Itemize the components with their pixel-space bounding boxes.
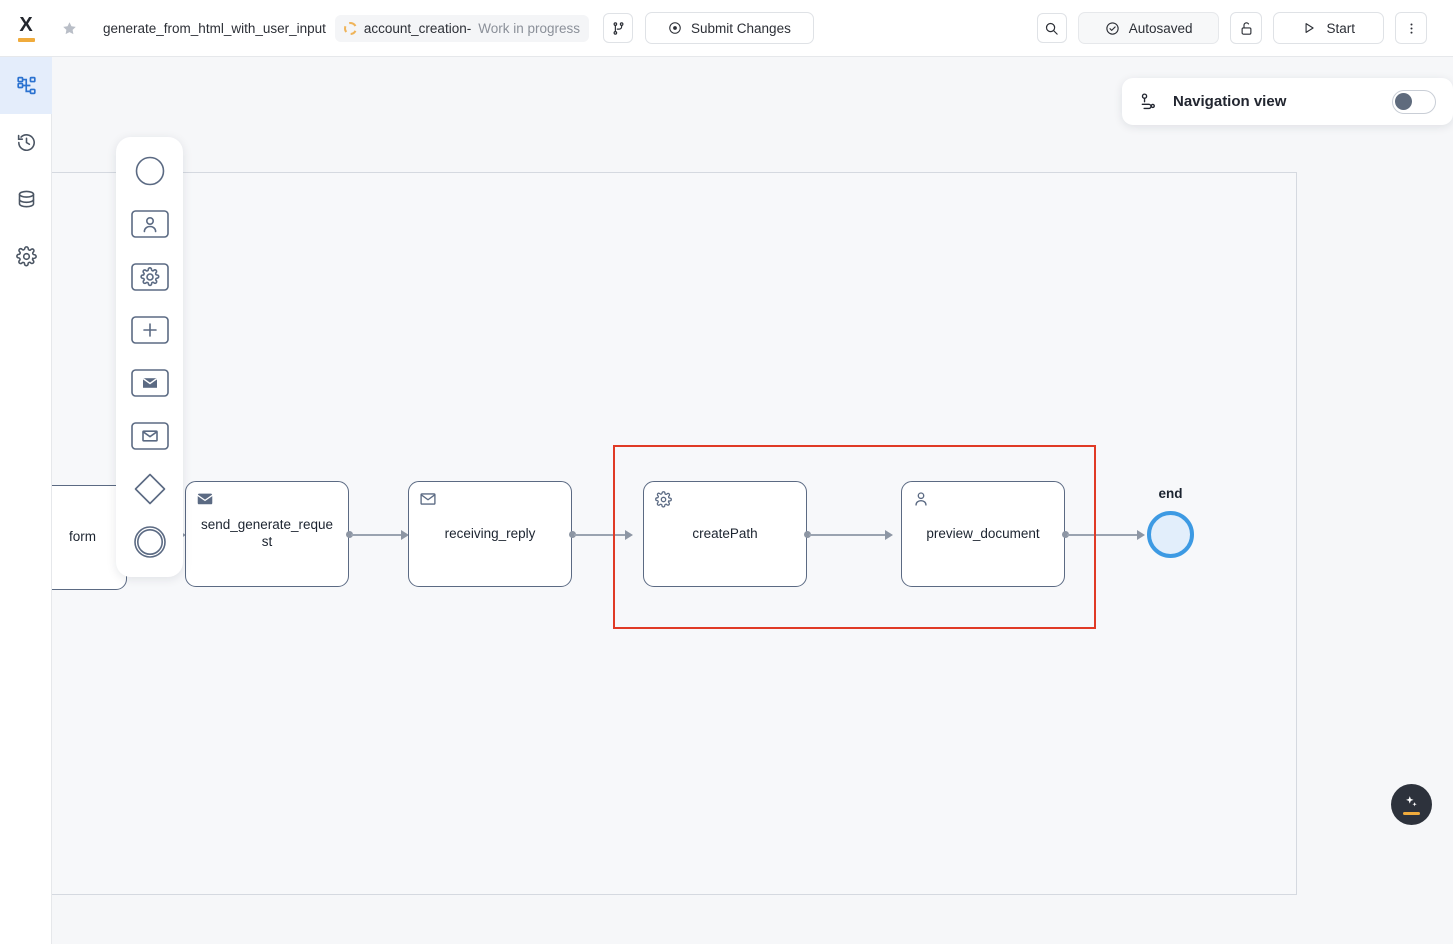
node-receiving-reply-label: receiving_reply bbox=[444, 525, 536, 541]
app-logo[interactable]: X bbox=[0, 0, 52, 57]
edge-arrow-head bbox=[625, 530, 633, 540]
kebab-menu-icon[interactable] bbox=[1395, 12, 1427, 44]
loading-spinner-icon bbox=[343, 21, 357, 35]
sidebar-item-history[interactable] bbox=[0, 114, 52, 171]
star-icon[interactable] bbox=[56, 15, 82, 41]
branch-chip[interactable]: account_creation- Work in progress bbox=[334, 14, 590, 42]
target-icon bbox=[669, 22, 681, 34]
git-branch-icon[interactable] bbox=[603, 13, 634, 43]
navigation-view-panel: Navigation view bbox=[1122, 78, 1453, 125]
sidebar-item-settings[interactable] bbox=[0, 228, 52, 285]
palette-start-event[interactable] bbox=[128, 151, 172, 191]
submit-changes-button[interactable]: Submit Changes bbox=[645, 12, 814, 44]
end-event-label: end bbox=[1158, 486, 1183, 501]
left-sidebar bbox=[0, 57, 52, 944]
edge-receive-to-createpath bbox=[574, 534, 629, 536]
process-title[interactable]: generate_from_html_with_user_input bbox=[103, 21, 326, 36]
ai-assistant-button[interactable] bbox=[1391, 784, 1432, 825]
edge-arrow-head bbox=[885, 530, 893, 540]
logo-accent-bar bbox=[17, 37, 35, 42]
autosaved-status: Autosaved bbox=[1077, 12, 1220, 44]
branch-name: account_creation- bbox=[363, 20, 472, 36]
edge-arrow-head bbox=[1137, 530, 1145, 540]
branch-status: Work in progress bbox=[478, 20, 581, 36]
palette-receive-task[interactable] bbox=[128, 416, 172, 456]
unlock-icon[interactable] bbox=[1230, 12, 1263, 44]
play-icon bbox=[1306, 23, 1315, 33]
sparkle-icon bbox=[1406, 796, 1417, 807]
navigation-view-toggle[interactable] bbox=[1392, 89, 1436, 114]
node-send-generate-request[interactable]: send_generate_request bbox=[185, 481, 349, 587]
palette-service-task[interactable] bbox=[128, 257, 172, 297]
logo-letter: X bbox=[19, 13, 33, 36]
user-task-icon bbox=[911, 489, 931, 509]
node-receiving-reply[interactable]: receiving_reply bbox=[408, 481, 572, 587]
node-preview-document-label: preview_document bbox=[926, 525, 1040, 541]
node-createpath[interactable]: createPath bbox=[643, 481, 807, 587]
submit-changes-label: Submit Changes bbox=[691, 20, 791, 36]
send-task-icon bbox=[195, 489, 215, 509]
node-createpath-label: createPath bbox=[692, 525, 758, 541]
sidebar-item-diagram[interactable] bbox=[0, 57, 52, 114]
fab-accent-bar bbox=[1403, 812, 1420, 815]
node-form-label: form bbox=[69, 529, 96, 545]
start-button[interactable]: Start bbox=[1273, 12, 1384, 44]
palette-add-task[interactable] bbox=[128, 310, 172, 350]
diagram-icon bbox=[16, 76, 36, 95]
autosaved-label: Autosaved bbox=[1128, 20, 1193, 36]
top-bar-actions: Autosaved Start bbox=[1036, 12, 1453, 44]
shape-palette bbox=[116, 137, 183, 577]
check-circle-icon bbox=[1106, 21, 1119, 35]
diagram-canvas[interactable]: form send_generate_request receiving_rep… bbox=[52, 57, 1453, 944]
receive-task-icon bbox=[418, 489, 438, 509]
start-label: Start bbox=[1326, 20, 1355, 36]
edge-createpath-to-preview bbox=[809, 534, 889, 536]
edge-preview-to-end bbox=[1067, 534, 1141, 536]
route-icon bbox=[1141, 93, 1155, 110]
palette-send-task[interactable] bbox=[128, 363, 172, 403]
palette-end-event[interactable] bbox=[128, 522, 172, 562]
navigation-view-label: Navigation view bbox=[1173, 93, 1287, 110]
palette-gateway[interactable] bbox=[128, 469, 172, 509]
edge-send-to-receive bbox=[351, 534, 405, 536]
node-preview-document[interactable]: preview_document bbox=[901, 481, 1065, 587]
palette-user-task[interactable] bbox=[128, 204, 172, 244]
sidebar-item-data[interactable] bbox=[0, 171, 52, 228]
node-send-generate-request-label: send_generate_request bbox=[200, 517, 334, 549]
search-icon[interactable] bbox=[1036, 13, 1067, 43]
toggle-knob bbox=[1395, 92, 1412, 110]
top-bar: X generate_from_html_with_user_input acc… bbox=[0, 0, 1453, 57]
service-task-icon bbox=[653, 489, 673, 509]
end-event[interactable] bbox=[1147, 511, 1194, 558]
